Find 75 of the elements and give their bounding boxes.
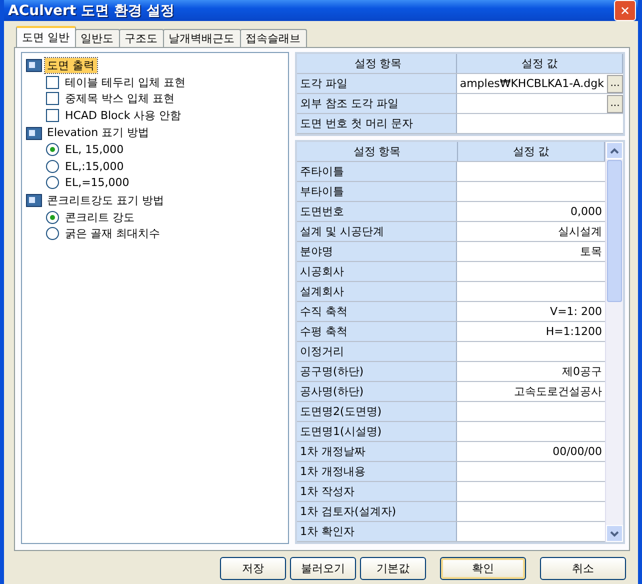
table-cell: 설계회사 — [297, 282, 457, 301]
table-cell: 도각 파일 — [297, 74, 457, 93]
table-cell: 분야명 — [297, 242, 457, 261]
radio-label: EL,=15,000 — [65, 176, 130, 190]
dialog-button[interactable]: 확인 — [440, 557, 526, 580]
table-cell: 공구명(하단) — [297, 362, 457, 381]
tab[interactable]: 접속슬래브 — [240, 29, 306, 47]
checkbox[interactable] — [46, 76, 59, 89]
checkbox[interactable] — [46, 108, 59, 122]
table-cell: 고속도로건설공사 — [514, 384, 602, 399]
radio-button[interactable] — [46, 143, 59, 156]
table-cell: 외부 참조 도각 파일 — [297, 94, 457, 113]
table-cell: 1차 작성자 — [297, 482, 457, 501]
folder-icon — [26, 126, 42, 140]
tab[interactable]: 구조도 — [118, 29, 164, 47]
tab[interactable]: 날개벽배근도 — [162, 29, 240, 47]
table-cell: 도면 번호 첫 머리 문자 — [297, 114, 457, 133]
radio-label: EL,:15,000 — [65, 160, 124, 173]
column-header: 설정 값 — [457, 54, 623, 73]
table-cell: 도면명1(시설명) — [297, 422, 457, 441]
table-cell: 부타이틀 — [297, 182, 457, 201]
tree-group-label[interactable]: 콘크리트강도 표기 방법 — [45, 192, 166, 208]
table-cell: 1차 개정내용 — [297, 462, 457, 481]
table-cell: 1차 개정날짜 — [297, 442, 457, 461]
table-cell: 수평 축척 — [297, 322, 457, 341]
table-cell: 토목 — [580, 244, 602, 259]
radio-button[interactable] — [46, 210, 59, 224]
table-cell: 시공회사 — [297, 262, 457, 281]
table-cell: 실시설계 — [558, 224, 602, 239]
table-cell: 00/00/00 — [552, 445, 602, 458]
table-cell: V=1: 200 — [550, 305, 602, 318]
radio-button[interactable] — [46, 160, 59, 173]
table-cell: 수직 축척 — [297, 302, 457, 321]
column-header: 설정 항목 — [297, 142, 458, 161]
table-cell: amples₩KHCBLKA1-A.dgk — [460, 77, 604, 90]
dialog-button[interactable]: 기본값 — [360, 557, 426, 580]
scroll-up-icon[interactable] — [606, 142, 623, 159]
dialog-button[interactable]: 저장 — [220, 557, 286, 580]
column-header: 설정 항목 — [297, 54, 457, 73]
radio-label: EL, 15,000 — [65, 143, 124, 156]
table-cell: 1차 확인자 — [297, 522, 457, 541]
close-button[interactable]: ✕ — [614, 0, 636, 21]
radio-label: 콘크리트 강도 — [65, 210, 134, 225]
tab[interactable]: 도면 일반 — [16, 26, 76, 47]
folder-icon — [26, 193, 42, 207]
table-cell: 0,000 — [570, 205, 602, 218]
folder-icon — [26, 58, 42, 72]
scroll-thumb[interactable] — [607, 160, 622, 302]
table-cell: 이정거리 — [297, 342, 457, 361]
table-cell: 도면번호 — [297, 202, 457, 221]
table-cell: 공사명(하단) — [297, 382, 457, 401]
checkbox-label: 테이블 테두리 입체 표현 — [65, 74, 186, 90]
tab[interactable]: 일반도 — [74, 29, 120, 47]
browse-button[interactable]: ... — [607, 74, 623, 92]
column-header: 설정 값 — [458, 142, 605, 161]
table-cell: 제0공구 — [562, 364, 602, 379]
table-cell: 1차 검토자(설계자) — [297, 502, 457, 521]
radio-button[interactable] — [46, 227, 59, 240]
tree-group-label[interactable]: 도면 출력 — [45, 58, 96, 72]
table-cell: 설계 및 시공단계 — [297, 222, 457, 241]
radio-button[interactable] — [46, 176, 59, 190]
dialog-button[interactable]: 불러오기 — [290, 557, 356, 580]
scroll-down-icon[interactable] — [606, 525, 623, 542]
tree-group-label[interactable]: Elevation 표기 방법 — [45, 125, 152, 140]
table-cell: 주타이틀 — [297, 162, 457, 181]
radio-label: 굵은 골재 최대치수 — [65, 226, 160, 242]
scrollbar[interactable] — [605, 142, 623, 542]
window-title: ACulvert 도면 환경 설정 — [8, 2, 175, 20]
table-cell: H=1:1200 — [546, 325, 602, 338]
dialog-button[interactable]: 취소 — [540, 557, 626, 580]
checkbox-label: 중제목 박스 입체 표현 — [65, 91, 174, 106]
checkbox-label: HCAD Block 사용 안함 — [65, 108, 182, 123]
table-cell: 도면명2(도면명) — [297, 402, 457, 421]
browse-button[interactable]: ... — [607, 94, 623, 112]
checkbox[interactable] — [46, 92, 59, 106]
